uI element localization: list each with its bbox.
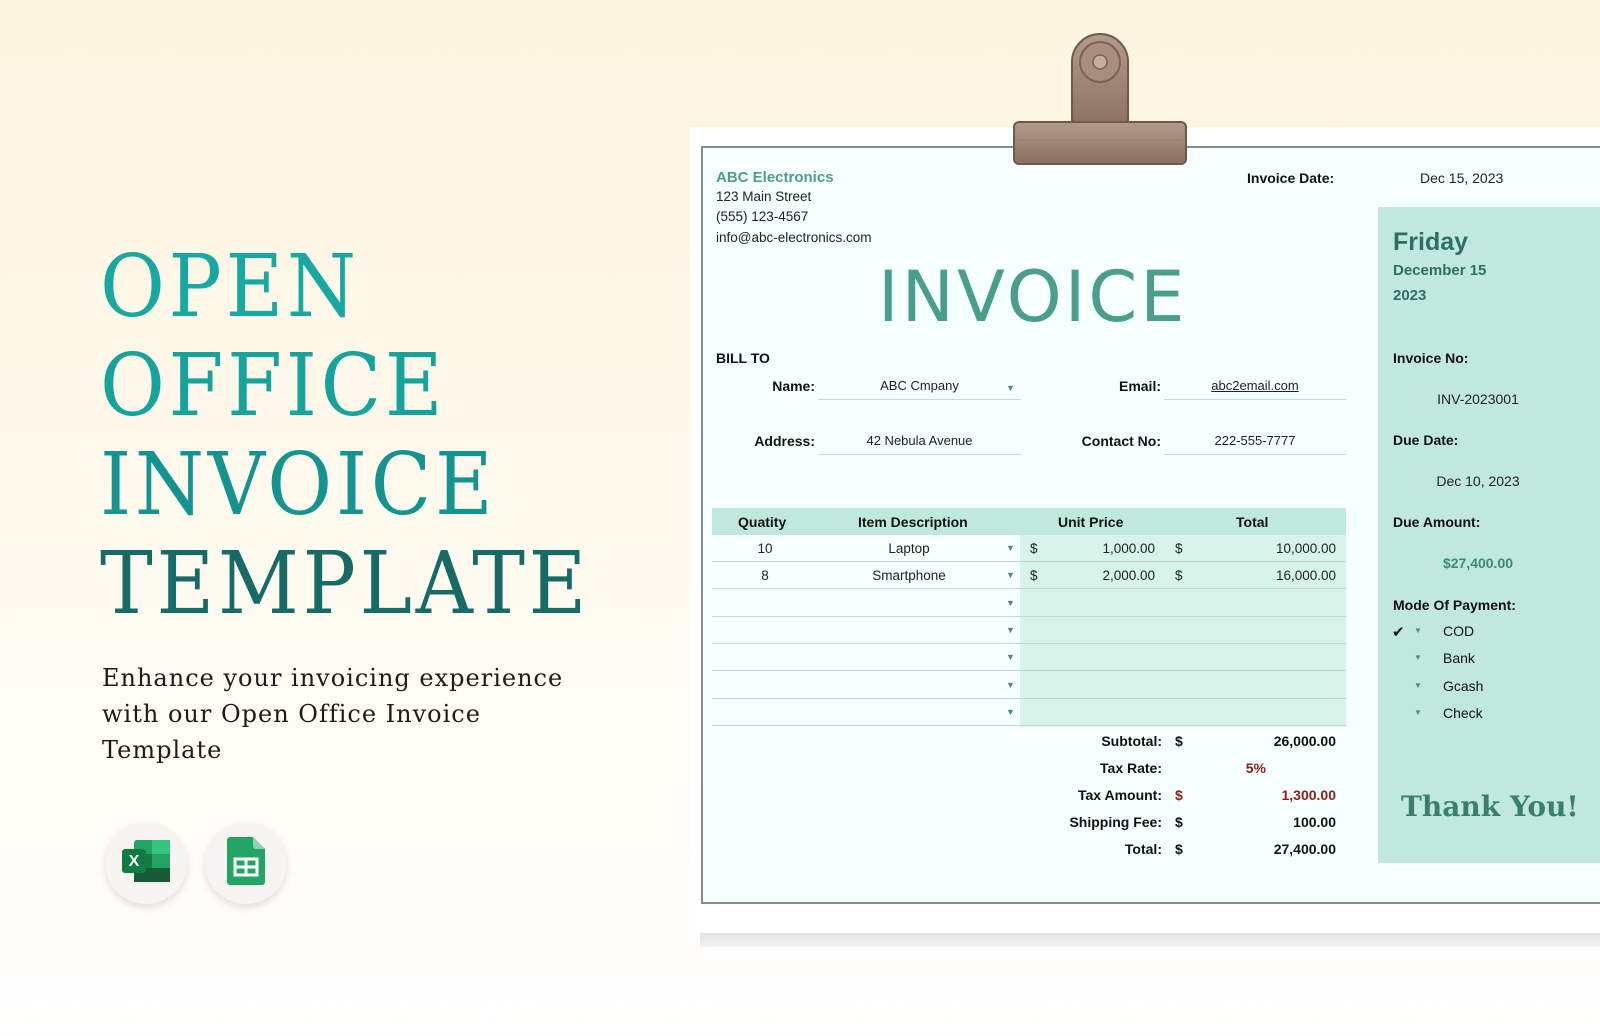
company-name: ABC Electronics xyxy=(716,169,834,186)
table-row: 10 Laptop ▼ $ 1,000.00 $ 10,000.00 xyxy=(712,535,1346,562)
shipping-fee-label: Shipping Fee: xyxy=(1069,814,1162,830)
subtotal-label: Subtotal: xyxy=(1101,733,1162,749)
chevron-down-icon[interactable]: ▼ xyxy=(1414,681,1422,690)
due-date-label: Due Date: xyxy=(1393,432,1459,448)
promo-title-line: OPEN xyxy=(100,237,360,337)
invoice-no-value[interactable]: INV-2023001 xyxy=(1378,391,1578,407)
invoice-date-label: Invoice Date: xyxy=(1247,170,1335,186)
tax-amount-value: 1,300.00 xyxy=(1281,787,1337,803)
tax-rate-label: Tax Rate: xyxy=(1100,760,1162,776)
chevron-down-icon[interactable]: ▼ xyxy=(1414,653,1422,662)
header-item-description: Item Description xyxy=(858,514,968,530)
chevron-down-icon[interactable]: ▼ xyxy=(1006,598,1015,608)
header-unit-price: Unit Price xyxy=(1058,514,1124,530)
subtotal-value: 26,000.00 xyxy=(1273,733,1336,749)
email-label: Email: xyxy=(1118,378,1161,394)
payment-option-label: COD xyxy=(1443,623,1475,639)
header-total: Total xyxy=(1236,514,1269,530)
chevron-down-icon[interactable]: ▼ xyxy=(1006,570,1015,580)
promo-title-line: TEMPLATE xyxy=(100,534,591,634)
table-row: ▼ xyxy=(712,644,1346,672)
due-amount-label: Due Amount: xyxy=(1393,514,1481,530)
tax-amount-currency: $ xyxy=(1175,787,1183,803)
promo-title-line: OFFICE xyxy=(100,336,447,436)
cell-item[interactable]: Laptop xyxy=(818,541,1000,556)
cell-unit-price[interactable]: 2,000.00 xyxy=(1042,568,1155,583)
cell-currency: $ xyxy=(1175,568,1183,584)
table-row: ▼ xyxy=(712,617,1346,644)
cell-currency: $ xyxy=(1030,568,1038,584)
total-currency: $ xyxy=(1175,841,1183,857)
due-date-value[interactable]: Dec 10, 2023 xyxy=(1378,473,1578,489)
table-row: ▼ xyxy=(712,672,1346,699)
promo-title-line: INVOICE xyxy=(100,435,497,535)
invoice-title: INVOICE xyxy=(878,256,1188,338)
cell-currency: $ xyxy=(1030,541,1038,556)
items-table-header: Quatity Item Description Unit Price Tota… xyxy=(712,508,1346,535)
chevron-down-icon[interactable]: ▼ xyxy=(1006,380,1015,396)
address-field[interactable]: 42 Nebula Avenue xyxy=(818,433,1021,455)
due-amount-value: $27,400.00 xyxy=(1442,555,1514,571)
invoice-weekday: Friday xyxy=(1393,228,1469,256)
cell-currency: $ xyxy=(1175,541,1183,556)
table-row: ▼ xyxy=(712,590,1346,617)
microsoft-excel-icon: X xyxy=(120,838,172,889)
invoice-date-value[interactable]: Dec 15, 2023 xyxy=(1420,170,1503,186)
chevron-down-icon[interactable]: ▼ xyxy=(1414,708,1422,717)
total-label: Total: xyxy=(1124,841,1162,857)
payment-option-label: Gcash xyxy=(1443,677,1484,694)
binder-clip-icon xyxy=(1010,22,1190,172)
chevron-down-icon[interactable]: ▼ xyxy=(1006,680,1015,690)
invoice-year: 2023 xyxy=(1393,287,1427,304)
cell-quantity[interactable]: 10 xyxy=(712,541,818,556)
invoice-no-label: Invoice No: xyxy=(1393,350,1469,366)
promo-subtitle: Enhance your invoicing experience with o… xyxy=(102,664,564,764)
svg-text:X: X xyxy=(129,853,140,870)
contact-label: Contact No: xyxy=(1081,433,1161,449)
bill-to-heading: BILL TO xyxy=(716,350,770,366)
shipping-fee-value[interactable]: 100.00 xyxy=(1200,814,1336,830)
tax-rate-value[interactable]: 5% xyxy=(1200,760,1266,776)
payment-option-label: Bank xyxy=(1443,650,1475,667)
invoice-month-day: December 15 xyxy=(1393,262,1487,279)
name-field[interactable]: ABC Cmpany ▼ xyxy=(818,378,1021,400)
company-street: 123 Main Street xyxy=(716,189,812,204)
cell-total: 16,000.00 xyxy=(1275,568,1336,584)
email-field[interactable]: abc2email.com xyxy=(1164,378,1346,400)
address-label: Address: xyxy=(754,433,815,449)
excel-badge[interactable]: X xyxy=(105,822,187,904)
table-row: ▼ xyxy=(712,699,1346,726)
total-value: 27,400.00 xyxy=(1273,841,1336,857)
contact-field[interactable]: 222-555-7777 xyxy=(1164,433,1346,455)
promo-title: OPEN OFFICE INVOICE TEMPLATE xyxy=(100,238,633,634)
sheets-badge[interactable] xyxy=(205,822,287,904)
chevron-down-icon[interactable]: ▼ xyxy=(1006,543,1015,553)
cell-item[interactable]: Smartphone xyxy=(818,568,1000,583)
chevron-down-icon[interactable]: ▼ xyxy=(1414,626,1422,635)
chevron-down-icon[interactable]: ▼ xyxy=(1006,652,1015,662)
company-phone: (555) 123-4567 xyxy=(716,209,809,224)
payment-option-label: Check xyxy=(1443,704,1483,721)
google-sheets-icon xyxy=(227,836,265,890)
shipping-fee-currency: $ xyxy=(1175,814,1183,830)
cell-unit-price[interactable]: 1,000.00 xyxy=(1042,541,1155,556)
tax-amount-label: Tax Amount: xyxy=(1078,787,1162,803)
table-row: 8 Smartphone ▼ $ 2,000.00 $ 16,000.00 xyxy=(712,562,1346,590)
company-email: info@abc-electronics.com xyxy=(716,230,872,245)
name-label: Name: xyxy=(772,378,815,394)
thank-you-text: Thank You! xyxy=(1401,790,1579,823)
payment-mode-label: Mode Of Payment: xyxy=(1393,597,1516,613)
summary-panel xyxy=(1378,207,1600,863)
cell-total: 10,000.00 xyxy=(1275,541,1336,556)
subtotal-currency: $ xyxy=(1175,733,1183,749)
header-quantity: Quatity xyxy=(738,514,787,530)
cell-quantity[interactable]: 8 xyxy=(712,568,818,583)
chevron-down-icon[interactable]: ▼ xyxy=(1006,625,1015,635)
checkmark-icon: ✔ xyxy=(1392,624,1405,641)
chevron-down-icon[interactable]: ▼ xyxy=(1006,707,1015,717)
name-value: ABC Cmpany xyxy=(880,378,959,393)
